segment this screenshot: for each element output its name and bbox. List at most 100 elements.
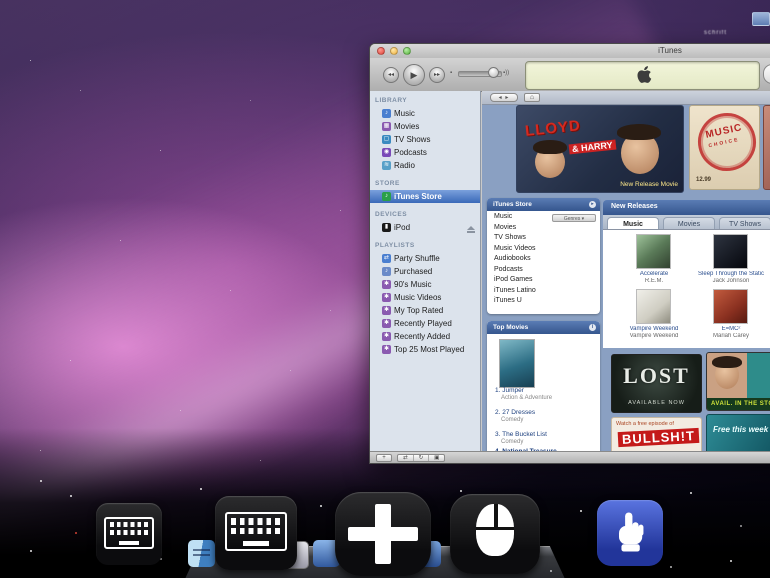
music-stamp-banner[interactable]: MUSIC CHOICE 12.99 [689,105,760,190]
finder-icon[interactable] [188,540,215,567]
sidebar-item-top-25[interactable]: ✱ Top 25 Most Played [370,343,480,356]
add-playlist-button[interactable]: + [376,453,392,462]
sidebar-item-recently-played[interactable]: ✱ Recently Played [370,317,480,330]
keyboard-overlay-icon[interactable] [215,496,297,570]
speaker-high-icon: ▪)) [503,70,510,76]
banner-badge: & HARRY [568,139,617,155]
film-icon: ▦ [382,122,391,131]
sidebar-item-party-shuffle[interactable]: ⇄ Party Shuffle [370,252,480,265]
sidebar-item-music[interactable]: ♪ Music [370,107,480,120]
album-art[interactable] [636,289,671,324]
store-link-movies[interactable]: Movies [487,223,600,234]
mouse-overlay-icon[interactable] [450,494,540,574]
top-movie-3[interactable]: 3. The Bucket List [495,431,547,438]
store-link-ipod-games[interactable]: iPod Games [487,275,600,286]
store-link-podcasts[interactable]: Podcasts [487,265,600,276]
store-link-audiobooks[interactable]: Audiobooks [487,254,600,265]
banner-partial[interactable] [763,105,770,190]
album-artist[interactable]: R.E.M. [612,278,696,284]
smart-playlist-icon: ✱ [382,345,391,354]
sidebar-item-movies[interactable]: ▦ Movies [370,120,480,133]
plus-overlay-icon[interactable] [335,492,431,576]
search-input[interactable] [763,64,770,84]
previous-button[interactable]: ◂◂ [383,67,399,83]
titlebar[interactable]: iTunes [370,44,770,59]
sidebar-item-podcasts[interactable]: ◉ Podcasts [370,146,480,159]
play-button[interactable]: ▶ [403,64,425,86]
store-links-header: iTunes Store ▸ [487,198,600,211]
tv-icon: ▢ [382,135,391,144]
minimize-button[interactable] [390,47,398,55]
sidebar-item-radio[interactable]: ≋ Radio [370,159,480,172]
top-movies-header: Top Movies i [487,321,600,334]
artwork-button[interactable]: ▣ [429,455,444,461]
album-title[interactable]: Hard Candy [766,271,770,277]
album-artist[interactable]: Death Cab for Cutie [766,333,770,339]
pointer-hand-overlay-icon[interactable] [597,500,663,566]
apple-logo-icon [637,66,652,83]
playback-option-buttons: ⇄ ↻ ▣ [397,453,445,462]
radio-icon: ≋ [382,161,391,170]
lost-banner[interactable]: LOST AVAILABLE NOW [611,354,702,413]
shuffle-button[interactable]: ⇄ [398,454,414,461]
info-icon[interactable]: ▸ [589,201,596,208]
desktop-file-icon[interactable] [752,12,770,26]
album-title[interactable]: Vampire Weekend [612,326,696,332]
teal-banner-caption: Free this week [713,425,769,434]
eject-icon[interactable] [467,225,475,233]
keyboard-overlay-icon[interactable] [96,503,162,565]
sidebar-item-recently-added[interactable]: ✱ Recently Added [370,330,480,343]
top-movie-1[interactable]: 1. Jumper [495,387,524,394]
sidebar-item-90s-music[interactable]: ✱ 90's Music [370,278,480,291]
next-button[interactable]: ▸▸ [429,67,445,83]
store-back-forward-buttons[interactable]: ◂ ▸ [490,93,518,102]
tab-tv-shows[interactable]: TV Shows [719,217,770,229]
store-link-itunes-u[interactable]: iTunes U [487,296,600,307]
store-links-box: iTunes Store ▸ Music Movies TV Shows Musi… [487,198,600,314]
movie-poster-thumbnail[interactable] [499,339,535,388]
sidebar-item-purchased[interactable]: ♪ Purchased [370,265,480,278]
teal-banner[interactable]: Free this week [706,414,770,452]
sidebar-header-library: LIBRARY [375,97,408,104]
genre-dropdown[interactable]: Genres ▾ [552,214,596,222]
store-link-tv-shows[interactable]: TV Shows [487,233,600,244]
store-nav-bar: ◂ ▸ ⌂ [482,91,770,105]
sidebar-item-music-videos[interactable]: ✱ Music Videos [370,291,480,304]
album-artist[interactable]: Vampire Weekend [612,333,696,339]
album-artist[interactable]: Madonna [766,278,770,284]
tab-movies[interactable]: Movies [663,217,715,229]
album-artist[interactable]: Jack Johnson [689,278,770,284]
sidebar-item-itunes-store[interactable]: ♪ iTunes Store [370,190,480,203]
repeat-button[interactable]: ↻ [414,454,430,461]
sidebar-item-ipod[interactable]: ▮ iPod [370,221,480,234]
volume-knob[interactable] [488,67,499,78]
smart-playlist-icon: ✱ [382,280,391,289]
sidebar-item-my-top-rated[interactable]: ✱ My Top Rated [370,304,480,317]
album-art[interactable] [713,234,748,269]
party-shuffle-icon: ⇄ [382,254,391,263]
album-art[interactable] [713,289,748,324]
album-title[interactable]: Narrow Stairs [766,326,770,332]
zoom-button[interactable] [403,47,411,55]
album-art[interactable] [636,234,671,269]
desktop: schrift iTunes ◂◂ ▶ ▸▸ ▪ ▪)) LIBRARY ♪ M… [0,0,770,578]
tab-music[interactable]: Music [607,217,659,229]
plus-glyph [348,527,418,541]
sidebar: LIBRARY ♪ Music ▦ Movies ▢ TV Shows ◉ Podcas… [370,91,481,452]
itunes-window: iTunes ◂◂ ▶ ▸▸ ▪ ▪)) LIBRARY ♪ Music ▦ Mov… [369,43,770,464]
featured-banner[interactable]: LLOYD & HARRY New Release Movie [516,105,684,193]
album-title[interactable]: E=MC² [689,326,770,332]
store-link-itunes-latino[interactable]: iTunes Latino [487,286,600,297]
photo-banner[interactable]: AVAIL. IN THE STORE [706,352,770,411]
info-icon[interactable]: i [589,324,596,331]
store-home-button[interactable]: ⌂ [524,93,540,102]
top-movie-2[interactable]: 2. 27 Dresses [495,409,535,416]
album-title[interactable]: Sleep Through the Static [689,271,770,277]
bullshit-banner[interactable]: Watch a free episode of BULLSH!T [611,417,702,452]
album-title[interactable]: Accelerate [612,271,696,277]
close-button[interactable] [377,47,385,55]
sidebar-item-tv-shows[interactable]: ▢ TV Shows [370,133,480,146]
album-artist[interactable]: Mariah Carey [689,333,770,339]
banner-hair-left [533,140,567,154]
store-link-music-videos[interactable]: Music Videos [487,244,600,255]
